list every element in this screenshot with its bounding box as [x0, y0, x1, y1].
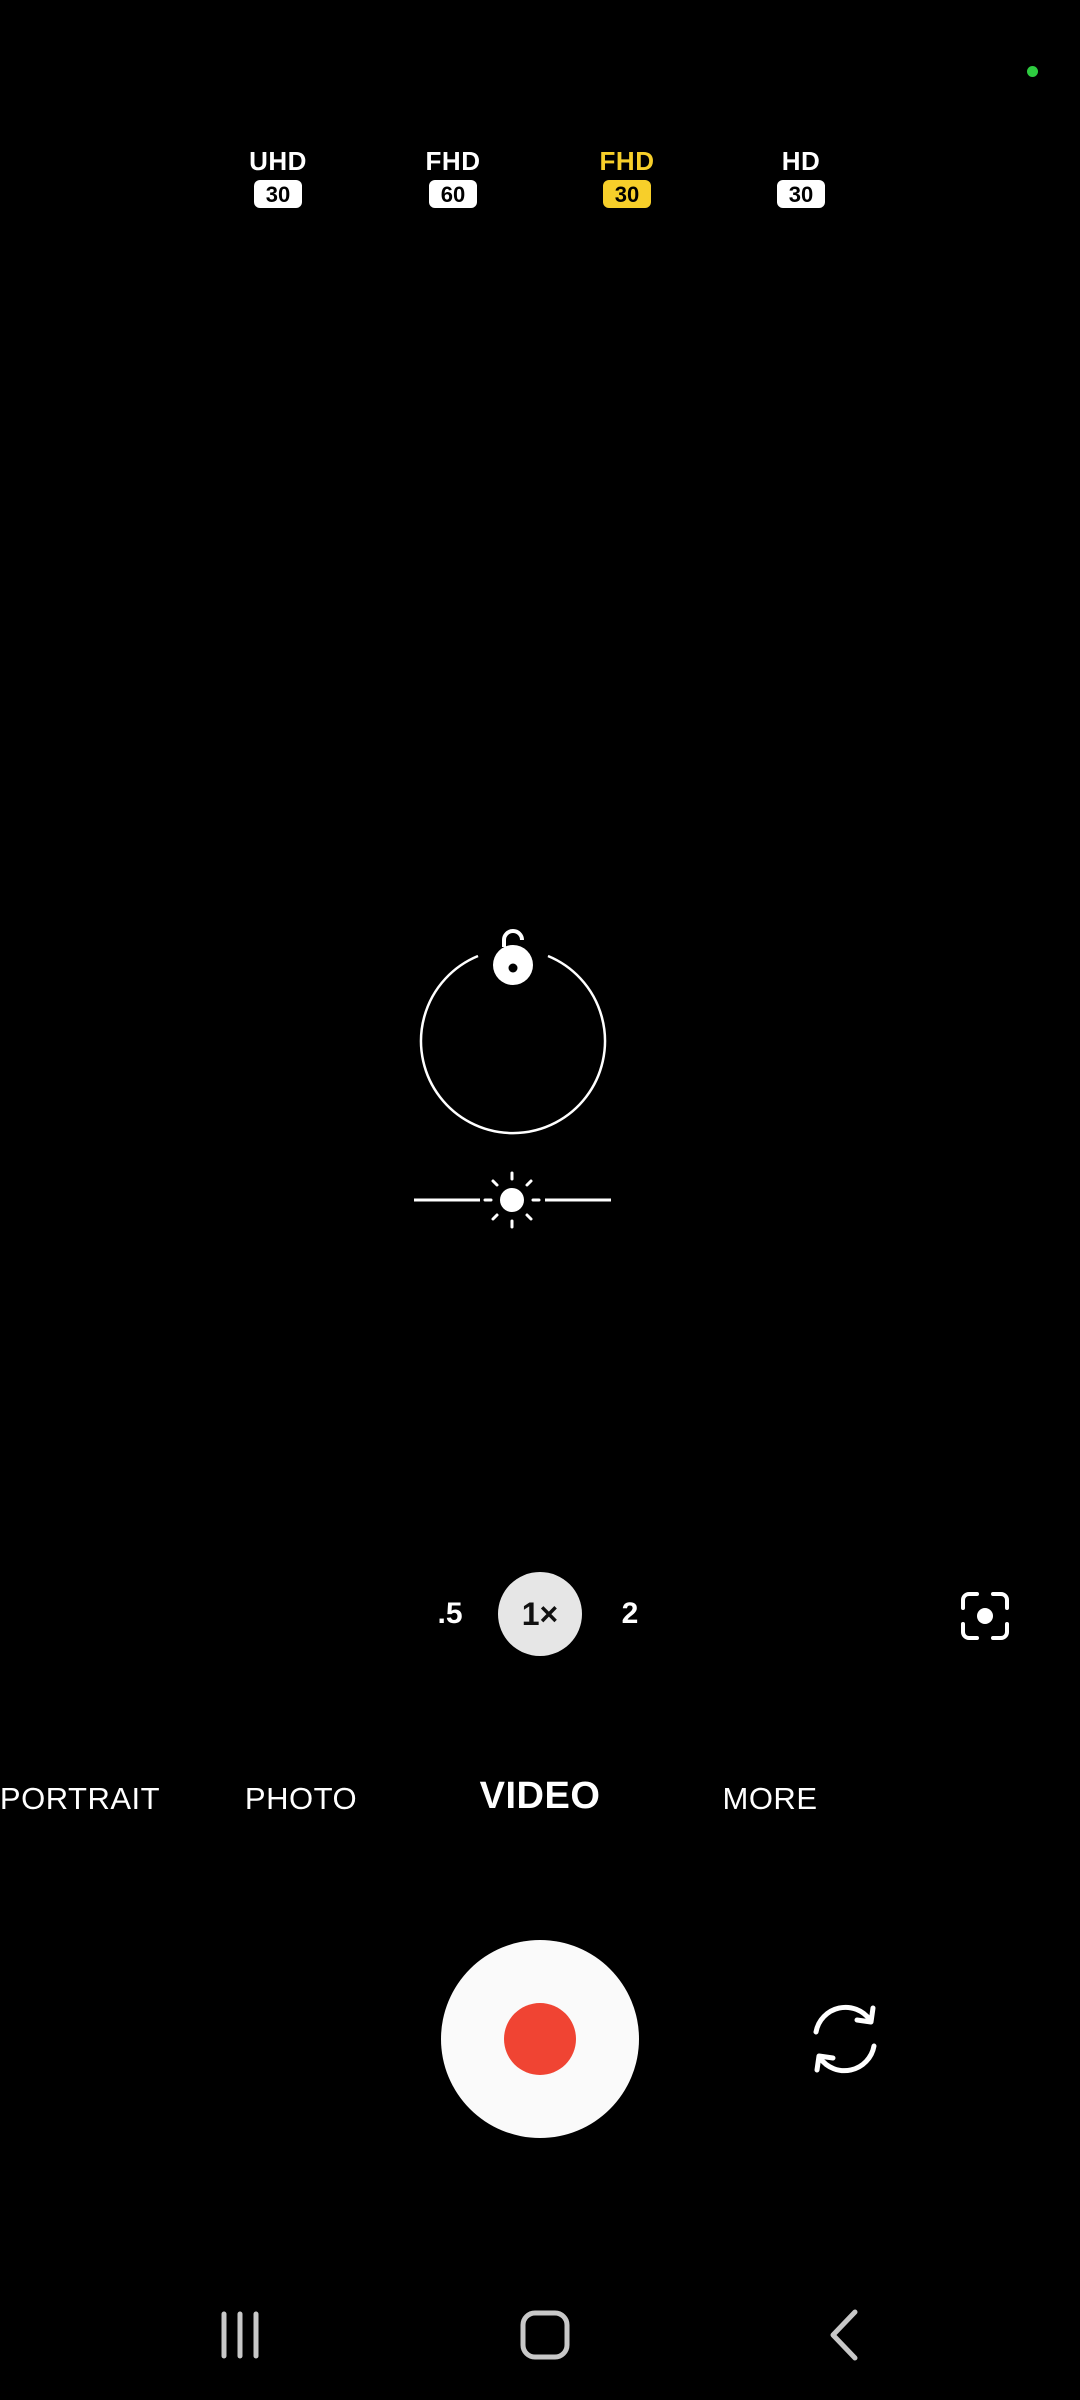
privacy-indicator-dot [1027, 66, 1038, 77]
home-icon[interactable] [510, 2300, 580, 2370]
resolution-option-hd-30[interactable]: HD 30 [741, 146, 861, 208]
record-button[interactable] [441, 1940, 639, 2138]
fps-badge: 60 [429, 180, 477, 208]
recents-icon[interactable] [210, 2300, 270, 2370]
mode-more[interactable]: MORE [723, 1778, 818, 1820]
zoom-option-2[interactable]: 2 [600, 1572, 660, 1656]
mode-video[interactable]: VIDEO [480, 1775, 601, 1817]
resolution-label: HD [781, 146, 821, 176]
zoom-option-0-5[interactable]: .5 [420, 1572, 480, 1656]
resolution-option-uhd-30[interactable]: UHD 30 [218, 146, 338, 208]
focus-ring[interactable] [400, 910, 630, 1150]
back-icon[interactable] [815, 2300, 875, 2370]
resolution-option-fhd-60[interactable]: FHD 60 [393, 146, 513, 208]
switch-camera-icon[interactable] [800, 1998, 890, 2080]
mode-portrait[interactable]: PORTRAIT [0, 1778, 160, 1820]
resolution-label: FHD [425, 146, 481, 176]
resolution-option-fhd-30[interactable]: FHD 30 [567, 146, 687, 208]
resolution-label: UHD [249, 146, 307, 176]
scene-optimizer-icon[interactable] [955, 1586, 1015, 1646]
fps-badge: 30 [777, 180, 825, 208]
fps-badge: 30 [603, 180, 651, 208]
mode-photo[interactable]: PHOTO [245, 1778, 357, 1820]
exposure-slider[interactable] [410, 1165, 615, 1235]
resolution-label: FHD [599, 146, 655, 176]
record-icon [504, 2003, 576, 2075]
lock-open-icon[interactable] [493, 929, 533, 985]
zoom-option-1x[interactable]: 1× [498, 1572, 582, 1656]
sun-icon [483, 1171, 541, 1229]
fps-badge: 30 [254, 180, 302, 208]
